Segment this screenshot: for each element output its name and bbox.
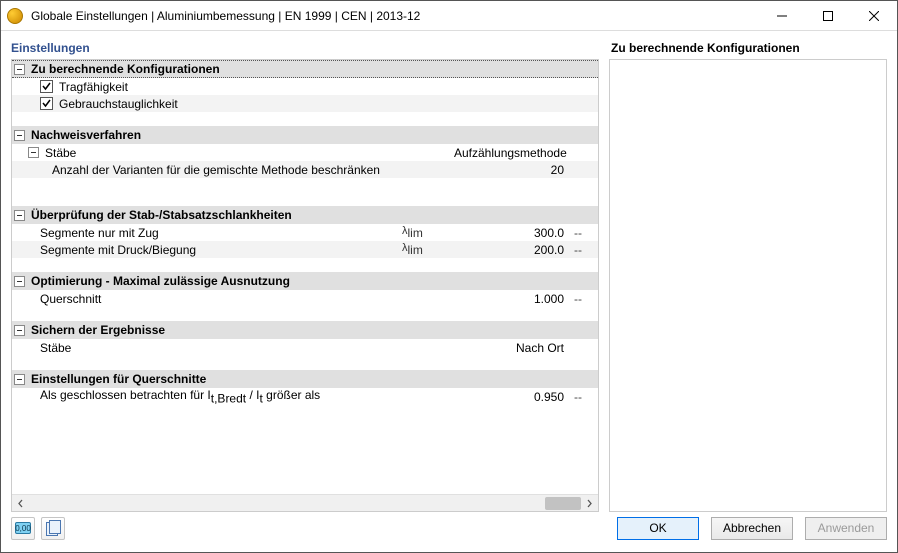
setting-row-gebrauchstauglichkeit: Gebrauchstauglichkeit bbox=[12, 95, 598, 112]
units-button[interactable]: 0,00 bbox=[11, 517, 35, 540]
close-button[interactable] bbox=[851, 1, 897, 31]
setting-value[interactable]: 200.0 bbox=[454, 243, 574, 257]
minimize-button[interactable] bbox=[759, 1, 805, 31]
right-panel-body bbox=[609, 59, 887, 512]
split-container: Einstellungen Zu berechnende Konfigurati… bbox=[11, 39, 887, 512]
collapse-icon[interactable] bbox=[14, 64, 25, 75]
setting-label: Querschnitt bbox=[40, 292, 101, 306]
units-badge: 0,00 bbox=[15, 522, 31, 534]
dialog-body: Einstellungen Zu berechnende Konfigurati… bbox=[1, 31, 897, 552]
checkbox-tragfaehigkeit[interactable] bbox=[40, 80, 53, 93]
setting-value[interactable]: 0.950 bbox=[454, 390, 574, 404]
setting-row-staebe: Stäbe Aufzählungsmethode bbox=[12, 144, 598, 161]
titlebar: Globale Einstellungen | Aluminiumbemessu… bbox=[1, 1, 897, 31]
settings-tree[interactable]: Zu berechnende Konfigurationen Tragfähig… bbox=[12, 60, 598, 494]
window-title: Globale Einstellungen | Aluminiumbemessu… bbox=[31, 9, 759, 23]
scroll-thumb[interactable] bbox=[545, 497, 581, 510]
dialog-footer: 0,00 OK Abbrechen Anwenden bbox=[11, 512, 887, 542]
section-head-querschnitte[interactable]: Einstellungen für Querschnitte bbox=[12, 370, 598, 388]
section-label: Überprüfung der Stab-/Stabsatzschlankhei… bbox=[31, 208, 292, 222]
setting-row-sichern-staebe: Stäbe Nach Ort bbox=[12, 339, 598, 356]
section-label: Nachweisverfahren bbox=[31, 128, 141, 142]
section-head-configurations[interactable]: Zu berechnende Konfigurationen bbox=[12, 60, 598, 78]
setting-row-tragfaehigkeit: Tragfähigkeit bbox=[12, 78, 598, 95]
collapse-icon[interactable] bbox=[28, 147, 39, 158]
collapse-icon[interactable] bbox=[14, 374, 25, 385]
setting-unit: -- bbox=[574, 226, 598, 240]
setting-symbol: λlim bbox=[398, 225, 454, 240]
left-panel-title: Einstellungen bbox=[11, 39, 599, 59]
section-head-schlankheiten[interactable]: Überprüfung der Stab-/Stabsatzschlankhei… bbox=[12, 206, 598, 224]
cancel-button[interactable]: Abbrechen bbox=[711, 517, 793, 540]
setting-unit: -- bbox=[574, 243, 598, 257]
setting-unit: -- bbox=[574, 390, 598, 404]
setting-label: Segmente nur mit Zug bbox=[40, 226, 159, 240]
setting-symbol: λlim bbox=[398, 242, 454, 257]
dialog-window: Globale Einstellungen | Aluminiumbemessu… bbox=[0, 0, 898, 553]
setting-value[interactable]: 1.000 bbox=[454, 292, 574, 306]
scroll-right-arrow-icon[interactable] bbox=[581, 495, 598, 512]
collapse-icon[interactable] bbox=[14, 130, 25, 141]
copy-button[interactable] bbox=[41, 517, 65, 540]
scroll-left-arrow-icon[interactable] bbox=[12, 495, 29, 512]
ok-button[interactable]: OK bbox=[617, 517, 699, 540]
setting-unit: -- bbox=[574, 292, 598, 306]
left-column: Einstellungen Zu berechnende Konfigurati… bbox=[11, 39, 599, 512]
window-buttons bbox=[759, 1, 897, 31]
collapse-icon[interactable] bbox=[14, 210, 25, 221]
right-panel-title: Zu berechnende Konfigurationen bbox=[609, 39, 887, 59]
setting-value[interactable]: Nach Ort bbox=[454, 341, 574, 355]
copy-icon bbox=[46, 520, 60, 536]
setting-label: Segmente mit Druck/Biegung bbox=[40, 243, 196, 257]
setting-value[interactable]: 20 bbox=[454, 163, 574, 177]
section-label: Sichern der Ergebnisse bbox=[31, 323, 165, 337]
collapse-icon[interactable] bbox=[14, 325, 25, 336]
setting-row-itbredt: Als geschlossen betrachten für It,Bredt … bbox=[12, 388, 598, 405]
apply-button[interactable]: Anwenden bbox=[805, 517, 887, 540]
settings-tree-container: Zu berechnende Konfigurationen Tragfähig… bbox=[11, 59, 599, 512]
setting-label: Gebrauchstauglichkeit bbox=[59, 97, 178, 111]
section-label: Optimierung - Maximal zulässige Ausnutzu… bbox=[31, 274, 290, 288]
right-column: Zu berechnende Konfigurationen bbox=[609, 39, 887, 512]
setting-label: Stäbe bbox=[40, 341, 71, 355]
setting-value[interactable]: 300.0 bbox=[454, 226, 574, 240]
setting-row-druck-biegung: Segmente mit Druck/Biegung λlim 200.0 -- bbox=[12, 241, 598, 258]
maximize-button[interactable] bbox=[805, 1, 851, 31]
section-label: Zu berechnende Konfigurationen bbox=[31, 62, 220, 76]
setting-row-querschnitt: Querschnitt 1.000 -- bbox=[12, 290, 598, 307]
scroll-track[interactable] bbox=[29, 495, 581, 512]
checkbox-gebrauchstauglichkeit[interactable] bbox=[40, 97, 53, 110]
app-icon bbox=[7, 8, 23, 24]
setting-label: Tragfähigkeit bbox=[59, 80, 128, 94]
section-head-optimierung[interactable]: Optimierung - Maximal zulässige Ausnutzu… bbox=[12, 272, 598, 290]
setting-row-varianten: Anzahl der Varianten für die gemischte M… bbox=[12, 161, 598, 178]
setting-label: Anzahl der Varianten für die gemischte M… bbox=[52, 163, 380, 177]
setting-label: Als geschlossen betrachten für It,Bredt … bbox=[40, 388, 320, 405]
collapse-icon[interactable] bbox=[14, 276, 25, 287]
setting-row-zug: Segmente nur mit Zug λlim 300.0 -- bbox=[12, 224, 598, 241]
section-label: Einstellungen für Querschnitte bbox=[31, 372, 206, 386]
section-head-nachweisverfahren[interactable]: Nachweisverfahren bbox=[12, 126, 598, 144]
horizontal-scrollbar[interactable] bbox=[12, 494, 598, 511]
section-head-sichern[interactable]: Sichern der Ergebnisse bbox=[12, 321, 598, 339]
setting-value[interactable]: Aufzählungsmethode bbox=[454, 146, 574, 160]
setting-label: Stäbe bbox=[45, 146, 76, 160]
